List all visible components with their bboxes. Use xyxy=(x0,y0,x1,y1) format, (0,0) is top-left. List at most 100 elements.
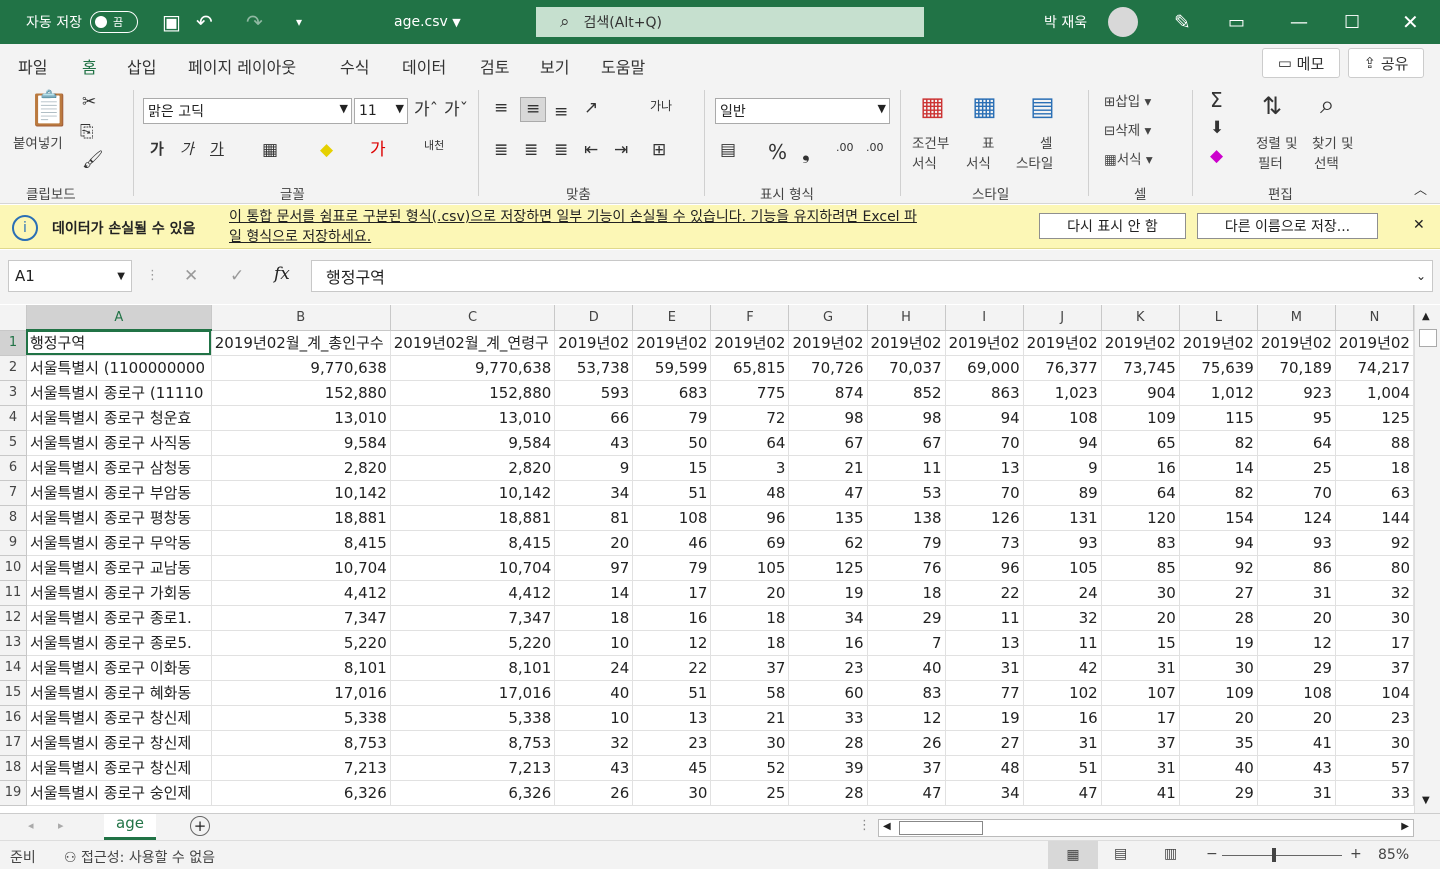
cell[interactable]: 83 xyxy=(867,680,946,706)
fill-color-icon[interactable]: ◆ xyxy=(320,142,333,159)
cell[interactable]: 108 xyxy=(1257,680,1336,706)
cell[interactable]: 53,738 xyxy=(554,355,634,381)
cell[interactable]: 79 xyxy=(632,405,712,431)
cell[interactable]: 70 xyxy=(1257,480,1336,506)
cell[interactable]: 9,584 xyxy=(390,430,556,456)
cell[interactable]: 41 xyxy=(1257,730,1336,756)
cell[interactable]: 70,726 xyxy=(788,355,868,381)
sheet-tab-age[interactable]: age xyxy=(104,814,156,840)
cell[interactable]: 32 xyxy=(554,730,634,756)
cell[interactable]: 13,010 xyxy=(390,405,556,431)
column-header-K[interactable]: K xyxy=(1101,305,1180,331)
cell[interactable]: 863 xyxy=(945,380,1024,406)
cell[interactable]: 30 xyxy=(1335,730,1414,756)
align-middle-icon[interactable]: ≡ xyxy=(520,97,547,122)
autosum-icon[interactable]: Σ xyxy=(1210,90,1223,110)
cell[interactable]: 74,217 xyxy=(1335,355,1414,381)
cell[interactable]: 88 xyxy=(1335,430,1414,456)
cell[interactable]: 18 xyxy=(1335,455,1414,481)
cell[interactable]: 10,142 xyxy=(390,480,556,506)
cell[interactable]: 73 xyxy=(945,530,1024,556)
cell[interactable]: 47 xyxy=(867,780,946,806)
cell[interactable]: 22 xyxy=(632,655,712,681)
cell[interactable]: 2019년02 xyxy=(1335,330,1414,356)
cell[interactable]: 82 xyxy=(1179,480,1258,506)
decrease-font-icon[interactable]: 가ˇ xyxy=(444,102,468,119)
row-header[interactable]: 10 xyxy=(0,555,27,581)
cell[interactable]: 47 xyxy=(1023,780,1102,806)
cell[interactable]: 33 xyxy=(1335,780,1414,806)
column-header-A[interactable]: A xyxy=(26,305,212,331)
cell[interactable]: 17,016 xyxy=(211,680,391,706)
decrease-decimal-icon[interactable]: .00 xyxy=(866,142,884,153)
scroll-down-icon[interactable]: ▼ xyxy=(1422,795,1430,806)
cell[interactable]: 12 xyxy=(867,705,946,731)
cell[interactable]: 2,820 xyxy=(390,455,556,481)
cell[interactable]: 8,753 xyxy=(211,730,391,756)
cell[interactable]: 7,213 xyxy=(211,755,391,781)
cell[interactable]: 24 xyxy=(1023,580,1102,606)
tab-view[interactable]: 보기 xyxy=(540,54,569,78)
horizontal-scrollbar[interactable]: ◀ ▶ xyxy=(878,819,1414,837)
cell[interactable]: 37 xyxy=(710,655,790,681)
spreadsheet-grid[interactable]: ABCDEFGHIJKLMN 1 행정구역 2019년02월_계_총인구수 2019년… xyxy=(0,305,1414,813)
cell[interactable]: 31 xyxy=(1257,580,1336,606)
cell[interactable]: 109 xyxy=(1179,680,1258,706)
cell[interactable]: 51 xyxy=(632,480,712,506)
scroll-thumb[interactable] xyxy=(1419,329,1437,347)
cell[interactable]: 107 xyxy=(1101,680,1180,706)
close-icon[interactable]: ✕ xyxy=(1402,0,1419,44)
decrease-indent-icon[interactable]: ⇤ xyxy=(584,142,598,159)
insert-cells-button[interactable]: ⊞삽입 ▾ xyxy=(1104,90,1151,110)
cell[interactable]: 154 xyxy=(1179,505,1258,531)
cell-styles-button[interactable]: 셀 xyxy=(1040,132,1052,152)
cell[interactable]: 72 xyxy=(710,405,790,431)
cell[interactable]: 22 xyxy=(945,580,1024,606)
cell[interactable]: 75,639 xyxy=(1179,355,1258,381)
cell[interactable]: 8,753 xyxy=(390,730,556,756)
cell[interactable]: 5,338 xyxy=(211,705,391,731)
orientation-icon[interactable]: ↗ xyxy=(584,100,598,117)
underline-button[interactable]: 가 xyxy=(210,142,224,157)
autosave-toggle[interactable]: 끔 xyxy=(89,11,138,33)
cell[interactable]: 10 xyxy=(554,630,634,656)
cell[interactable]: 20 xyxy=(554,530,634,556)
cell[interactable]: 2019년02월_계_연령구 xyxy=(390,330,556,356)
cell[interactable]: 20 xyxy=(1101,605,1180,631)
cell[interactable]: 31 xyxy=(1101,755,1180,781)
cell[interactable]: 3 xyxy=(710,455,790,481)
cell[interactable]: 15 xyxy=(632,455,712,481)
cell[interactable]: 97 xyxy=(554,555,634,581)
cell[interactable]: 30 xyxy=(710,730,790,756)
row-header[interactable]: 5 xyxy=(0,430,27,456)
cell[interactable]: 4,412 xyxy=(390,580,556,606)
cell[interactable]: 50 xyxy=(632,430,712,456)
cell[interactable]: 서울특별시 종로구 창신제 xyxy=(26,730,212,756)
copy-icon[interactable]: ⎘ xyxy=(80,124,94,141)
save-as-button[interactable]: 다른 이름으로 저장... xyxy=(1197,213,1378,239)
cell[interactable]: 28 xyxy=(788,730,868,756)
percent-icon[interactable]: % xyxy=(768,142,787,162)
cell[interactable]: 13 xyxy=(632,705,712,731)
scroll-up-icon[interactable]: ▲ xyxy=(1422,311,1430,322)
cell[interactable]: 서울특별시 종로구 삼청동 xyxy=(26,455,212,481)
maximize-icon[interactable]: ☐ xyxy=(1344,0,1360,44)
cell[interactable]: 서울특별시 종로구 부암동 xyxy=(26,480,212,506)
cell[interactable]: 30 xyxy=(1335,605,1414,631)
cell[interactable]: 96 xyxy=(945,555,1024,581)
cell[interactable]: 67 xyxy=(867,430,946,456)
number-format-combo[interactable]: 일반 ▼ xyxy=(715,98,890,124)
cell[interactable]: 2019년02 xyxy=(867,330,946,356)
sort-filter-icon[interactable]: ⇅ xyxy=(1262,94,1282,118)
wrap-text-button[interactable]: 가나 xyxy=(650,100,672,112)
cell[interactable]: 65 xyxy=(1101,430,1180,456)
cell[interactable]: 29 xyxy=(867,605,946,631)
cell[interactable]: 2019년02 xyxy=(710,330,790,356)
memo-button[interactable]: ▭ 메모 xyxy=(1262,48,1340,78)
cell[interactable]: 13 xyxy=(945,455,1024,481)
cell[interactable]: 18 xyxy=(554,605,634,631)
cell[interactable]: 923 xyxy=(1257,380,1336,406)
cell[interactable]: 31 xyxy=(1257,780,1336,806)
cell[interactable]: 2019년02 xyxy=(1023,330,1102,356)
cell[interactable]: 11 xyxy=(1023,630,1102,656)
